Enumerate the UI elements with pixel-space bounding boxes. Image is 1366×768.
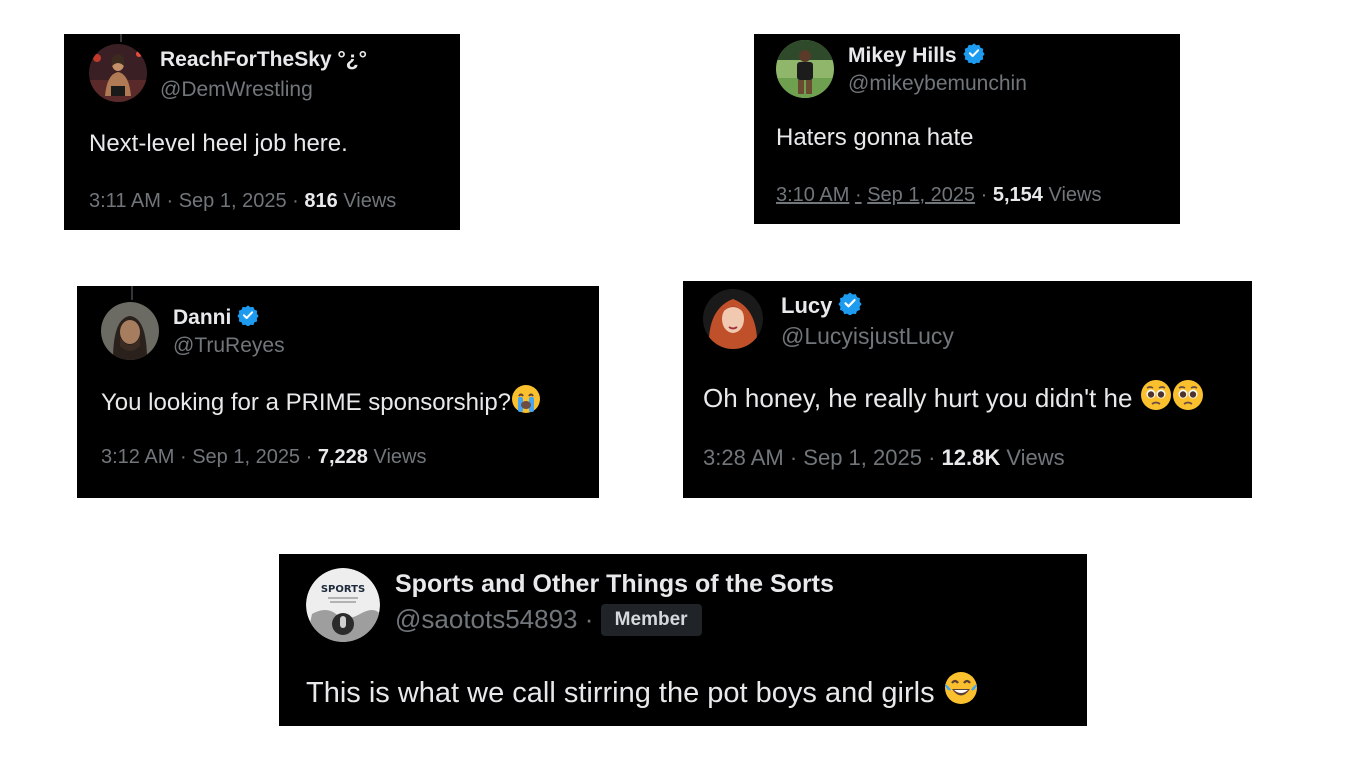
avatar[interactable] [89,44,147,102]
separator: · [179,446,187,468]
handle[interactable]: @TruReyes [173,334,285,358]
separator: · [789,445,798,470]
display-name[interactable]: ReachForTheSky °¿° [160,48,367,72]
display-name[interactable]: Sports and Other Things of the Sorts [395,570,834,599]
separator: · [584,604,594,634]
separator: · [292,190,299,212]
avatar[interactable] [703,289,763,349]
avatar-label: SPORTS [320,584,366,595]
pleading-face-icon [1140,379,1172,418]
display-name[interactable]: Mikey Hills [848,44,957,68]
avatar[interactable]: SPORTS [306,568,380,642]
views-label: Views [1048,184,1102,206]
tweet-text: Haters gonna hate [776,124,974,151]
tweet-text-row: Oh honey, he really hurt you didn't he [703,379,1204,418]
tweet-card-mikey-hills[interactable]: Mikey Hills @mikeybemunchin Haters gonna… [754,34,1180,224]
tweet-meta: 3:12 AM · Sep 1, 2025 · 7,228 Views [101,446,426,469]
views-count: 5,154 [992,184,1043,206]
separator: · [980,184,988,206]
views-count: 7,228 [317,446,368,468]
display-name[interactable]: Lucy [781,293,832,319]
name-row: Sports and Other Things of the Sorts [395,570,834,599]
tweet-meta: 3:11 AM · Sep 1, 2025 · 816 Views [89,190,396,213]
separator: · [854,184,862,206]
views-label: Views [343,190,397,212]
handle[interactable]: @DemWrestling [160,78,313,102]
avatar-portrait-image [101,302,159,360]
tweet-time[interactable]: 3:12 AM [101,446,174,468]
views-label: Views [373,446,427,468]
avatar[interactable] [101,302,159,360]
tweet-text: This is what we call stirring the pot bo… [306,677,935,709]
tweet-text: Oh honey, he really hurt you didn't he [703,383,1133,413]
name-row: Lucy [781,291,862,320]
loudly-crying-face-icon [511,384,541,421]
separator: · [166,190,174,212]
handle-row: @saotots54893 · Member [395,604,702,636]
avatar[interactable] [776,40,834,98]
handle[interactable]: @saotots54893 [395,604,578,634]
views-count: 12.8K [941,445,1001,470]
tweet-card-lucy[interactable]: Lucy @LucyisjustLucy Oh honey, he really… [683,281,1252,498]
tweet-time[interactable]: 3:28 AM [703,445,784,470]
tweet-date[interactable]: Sep 1, 2025 [867,184,975,206]
verified-badge-icon [962,42,985,69]
tweet-text-row: You looking for a PRIME sponsorship? [101,384,541,421]
tweet-date[interactable]: Sep 1, 2025 [803,445,922,470]
verified-badge-icon [838,291,862,320]
handle[interactable]: @LucyisjustLucy [781,323,954,350]
tweet-date[interactable]: Sep 1, 2025 [179,190,287,212]
member-badge: Member [600,604,702,636]
tweet-date[interactable]: Sep 1, 2025 [192,446,300,468]
display-name[interactable]: Danni [173,306,231,330]
tweet-meta: 3:28 AM · Sep 1, 2025 · 12.8K Views [703,445,1065,471]
tweet-text: You looking for a PRIME sponsorship? [101,389,512,416]
thread-line [120,34,122,42]
views-count: 816 [304,190,338,212]
tweet-card-danni[interactable]: Danni @TruReyes You looking for a PRIME … [77,286,599,498]
avatar-podcast-logo [306,568,380,642]
thread-line [131,286,133,300]
tweet-text: Next-level heel job here. [89,130,348,157]
tweet-card-sports-and-other-things[interactable]: SPORTS Sports and Other Things of the So… [279,554,1087,726]
verified-badge-icon [237,304,259,331]
tears-of-joy-icon [943,670,979,714]
tweet-time[interactable]: 3:11 AM [89,190,161,212]
handle[interactable]: @mikeybemunchin [848,72,1027,96]
separator: · [928,445,936,470]
pleading-face-icon [1172,379,1204,418]
avatar-wrestler-image [89,44,147,102]
views-label: Views [1006,445,1065,470]
tweet-text-row: This is what we call stirring the pot bo… [306,670,979,714]
tweet-card-reachforthesky[interactable]: ReachForTheSky °¿° @DemWrestling Next-le… [64,34,460,230]
avatar-field-image [776,40,834,98]
separator: · [305,446,313,468]
tweet-meta: 3:10 AM · Sep 1, 2025 · 5,154 Views [776,184,1101,207]
tweet-time[interactable]: 3:10 AM [776,184,849,206]
name-row: ReachForTheSky °¿° [160,48,367,72]
name-row: Mikey Hills [848,42,985,69]
avatar-redhead-image [703,289,763,349]
name-row: Danni [173,304,259,331]
